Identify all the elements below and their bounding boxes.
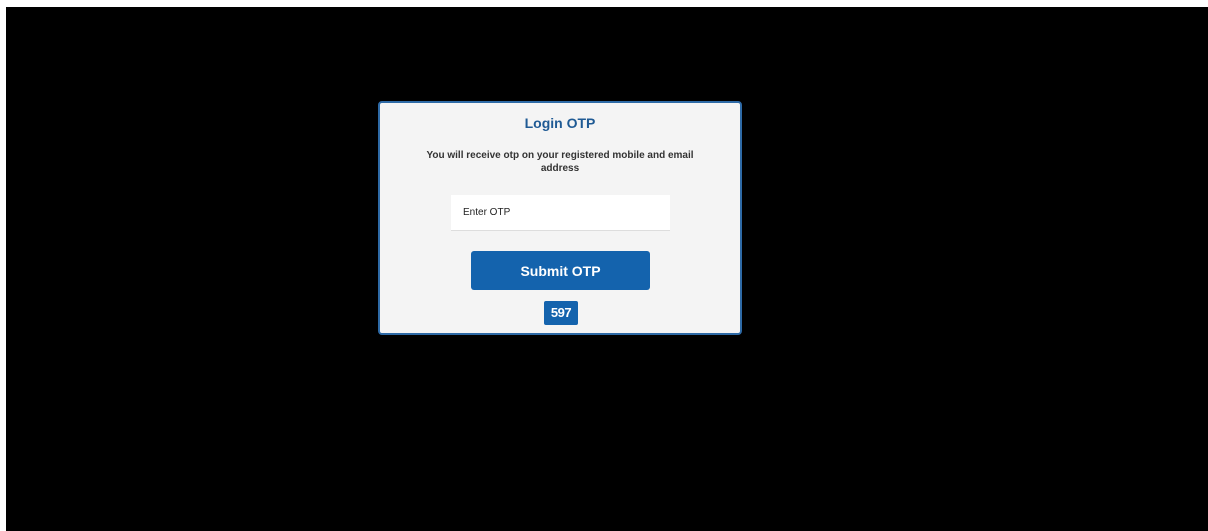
submit-otp-button[interactable]: Submit OTP [471, 251, 650, 290]
dialog-title: Login OTP [524, 115, 596, 131]
otp-input[interactable] [451, 195, 670, 231]
page-background: Login OTP You will receive otp on your r… [6, 7, 1208, 531]
captcha-code: 597 [544, 301, 578, 325]
login-otp-dialog: Login OTP You will receive otp on your r… [378, 101, 742, 335]
otp-info-message: You will receive otp on your registered … [426, 150, 694, 174]
